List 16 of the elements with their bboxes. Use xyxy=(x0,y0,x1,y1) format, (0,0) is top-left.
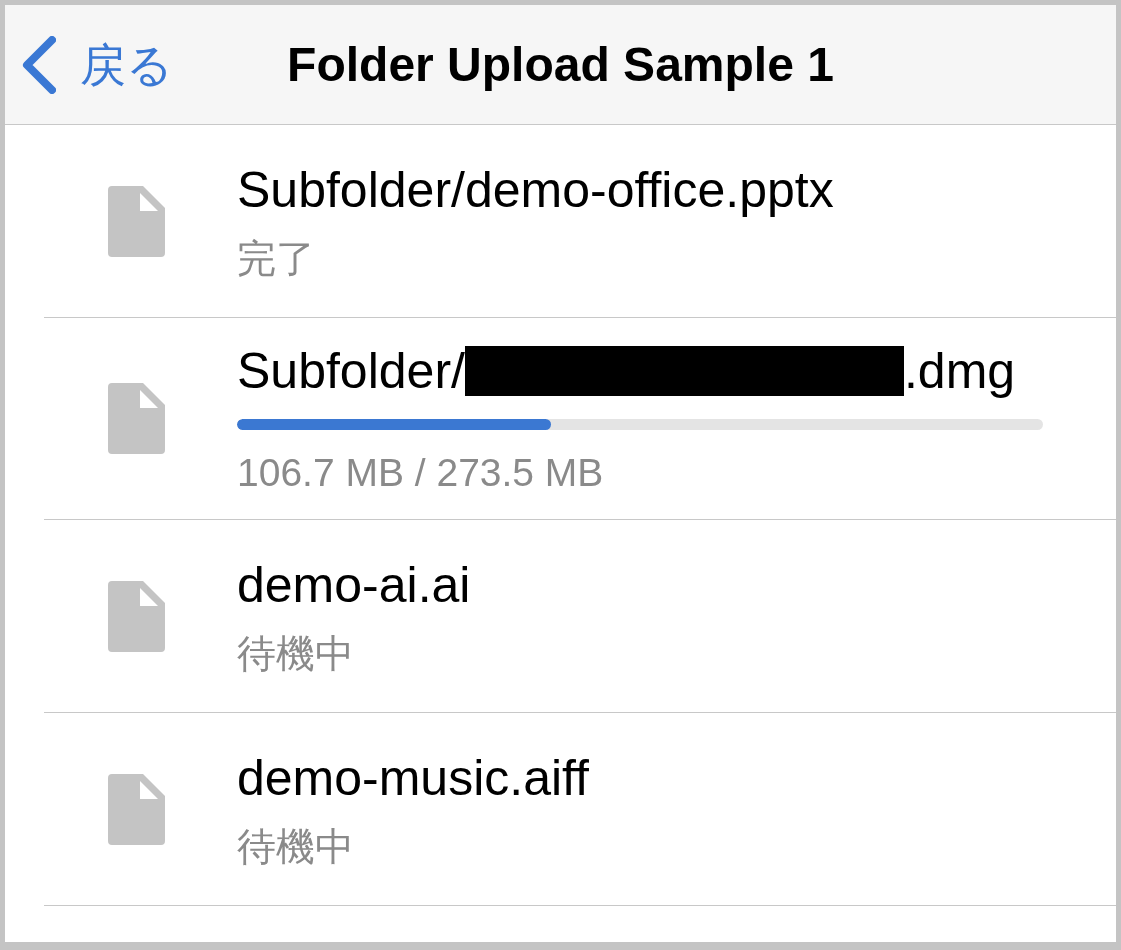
chevron-left-icon xyxy=(22,35,56,94)
back-button[interactable]: 戻る xyxy=(22,35,173,94)
file-name: demo-ai.ai xyxy=(237,556,471,615)
file-icon xyxy=(108,580,165,652)
file-icon xyxy=(108,383,165,454)
upload-status-text: 待機中 xyxy=(237,631,355,677)
upload-size-text: 106.7 MB / 273.5 MB xyxy=(237,450,605,496)
file-name: demo-music.aiff xyxy=(237,749,589,808)
file-icon xyxy=(108,185,165,257)
upload-status-text: 待機中 xyxy=(237,824,355,870)
file-icon xyxy=(108,773,165,845)
file-name: Subfolder/demo-office.pptx xyxy=(237,161,834,220)
file-name: Subfolder/ xyxy=(237,342,465,401)
upload-status-text: 完了 xyxy=(237,236,316,282)
screen-title: Folder Upload Sample 1 xyxy=(287,40,834,89)
file-extension: .dmg xyxy=(903,342,1016,401)
